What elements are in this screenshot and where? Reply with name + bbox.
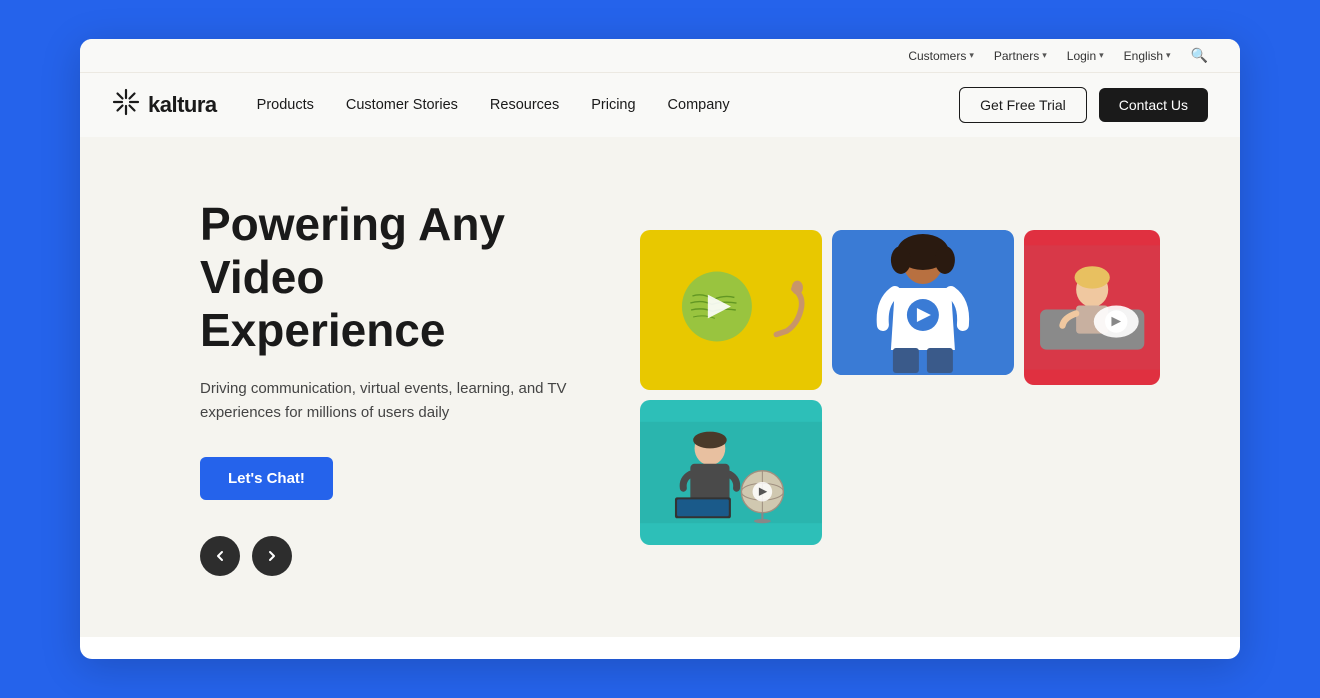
- main-nav: kaltura Products Customer Stories Resour…: [80, 73, 1240, 137]
- nav-resources[interactable]: Resources: [490, 97, 559, 113]
- hero-image-teal: [640, 400, 822, 545]
- nav-buttons: Get Free Trial Contact Us: [959, 87, 1208, 123]
- nav-pricing[interactable]: Pricing: [591, 97, 635, 113]
- contact-us-button[interactable]: Contact Us: [1099, 88, 1208, 122]
- hero-subtitle: Driving communication, virtual events, l…: [200, 377, 580, 425]
- hero-image-yellow: [640, 230, 822, 390]
- search-icon[interactable]: 🔍: [1191, 47, 1208, 64]
- hero-section: Powering Any Video Experience Driving co…: [80, 137, 1240, 637]
- free-trial-button[interactable]: Get Free Trial: [959, 87, 1087, 123]
- language-menu[interactable]: English ▾: [1124, 49, 1171, 63]
- hero-image-red: [1024, 230, 1160, 385]
- nav-products[interactable]: Products: [257, 97, 314, 113]
- nav-links: Products Customer Stories Resources Pric…: [257, 97, 960, 113]
- nav-customer-stories[interactable]: Customer Stories: [346, 97, 458, 113]
- browser-frame: Customers ▾ Partners ▾ Login ▾ English ▾…: [80, 39, 1240, 659]
- carousel-controls: [200, 536, 580, 576]
- language-chevron: ▾: [1166, 50, 1171, 61]
- hero-image-blue: [832, 230, 1014, 375]
- hero-title: Powering Any Video Experience: [200, 198, 580, 357]
- lets-chat-button[interactable]: Let's Chat!: [200, 457, 333, 500]
- logo[interactable]: kaltura: [112, 88, 217, 122]
- login-chevron: ▾: [1099, 50, 1104, 61]
- login-menu[interactable]: Login ▾: [1067, 49, 1104, 63]
- partners-menu[interactable]: Partners ▾: [994, 49, 1047, 63]
- hero-images: [640, 230, 1160, 545]
- carousel-next-button[interactable]: [252, 536, 292, 576]
- customers-chevron: ▾: [969, 50, 974, 61]
- carousel-prev-button[interactable]: [200, 536, 240, 576]
- hero-left: Powering Any Video Experience Driving co…: [200, 198, 580, 576]
- top-bar: Customers ▾ Partners ▾ Login ▾ English ▾…: [80, 39, 1240, 73]
- kaltura-logo-icon: [112, 88, 140, 122]
- partners-chevron: ▾: [1042, 50, 1047, 61]
- logo-text: kaltura: [148, 92, 217, 118]
- nav-company[interactable]: Company: [668, 97, 730, 113]
- customers-menu[interactable]: Customers ▾: [908, 49, 974, 63]
